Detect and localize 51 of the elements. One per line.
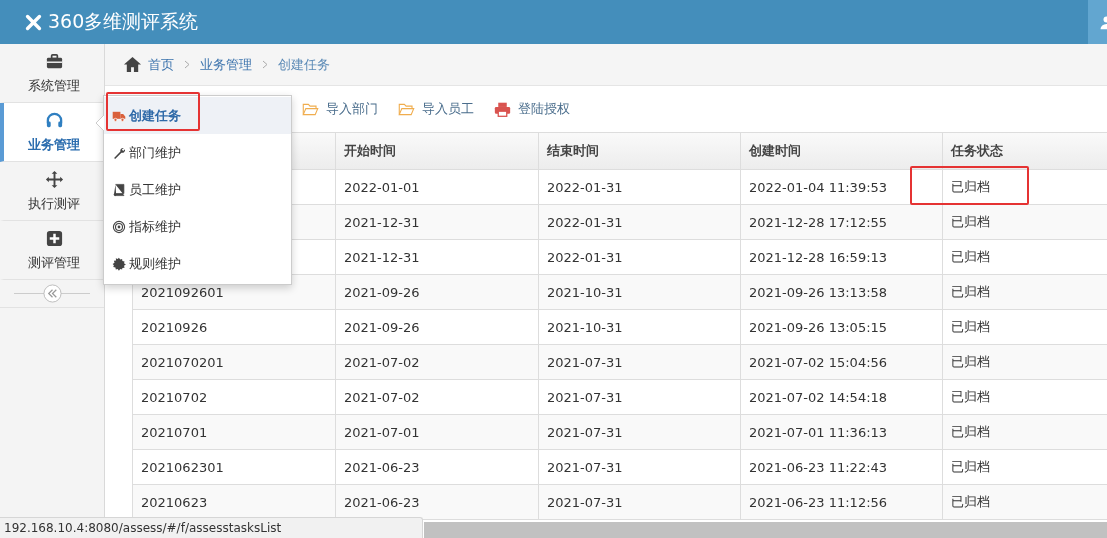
table-cell: 2021-07-01 11:36:13 [740,415,942,450]
table-cell: 2021-07-31 [538,345,740,380]
book-icon [112,182,126,197]
status-cell: 已归档 [942,415,1107,450]
sidebar-item[interactable]: 业务管理 [0,103,104,162]
headphones-icon [44,110,64,130]
menu-item[interactable]: 部门维护 [104,134,291,171]
column-header: 结束时间 [538,132,740,170]
status-cell: 已归档 [942,485,1107,520]
table-cell: 2021-12-31 [335,205,538,240]
toolbar-button[interactable]: 登陆授权 [484,94,580,124]
briefcase-icon [44,51,64,71]
menu-item[interactable]: 员工维护 [104,171,291,208]
status-cell: 已归档 [942,345,1107,380]
app-title: 360多维测评系统 [48,9,199,34]
table-cell: 20210701 [132,415,335,450]
table-cell: 2021-09-26 13:13:58 [740,275,942,310]
column-header: 开始时间 [335,132,538,170]
printer-icon [494,100,511,118]
home-icon [123,55,142,74]
table-cell: 2021-07-31 [538,485,740,520]
table-cell: 2021070201 [132,345,335,380]
status-cell: 已归档 [942,205,1107,240]
breadcrumb-link[interactable]: 创建任务 [278,55,330,74]
wrench-icon [112,145,126,160]
status-cell: 已归档 [942,275,1107,310]
table-cell: 2021-07-31 [538,415,740,450]
toolbar-button[interactable]: 导入员工 [388,94,484,124]
table-cell: 2021-06-23 11:12:56 [740,485,942,520]
table-cell: 2021-09-26 [335,275,538,310]
table-cell: 2021-07-02 15:04:56 [740,345,942,380]
collapse-icon[interactable] [42,284,62,303]
table-cell: 2021-07-01 [335,415,538,450]
toolbar-button[interactable]: 导入部门 [292,94,388,124]
table-cell: 2021-12-28 17:12:55 [740,205,942,240]
breadcrumb-link[interactable]: 业务管理 [200,55,252,74]
column-header: 任务状态 [942,132,1107,170]
target-icon [112,219,126,234]
table-cell: 2021-10-31 [538,275,740,310]
url-tooltip: 192.168.10.4:8080/assess/#/f/assesstasksList [0,517,423,538]
table-cell: 2022-01-31 [538,205,740,240]
table-cell: 2021-07-02 [335,345,538,380]
logo-icon [25,13,42,31]
column-header: 创建时间 [740,132,942,170]
cog-icon [112,256,126,271]
horizontal-scrollbar[interactable] [424,522,1107,538]
menu-item[interactable]: 指标维护 [104,208,291,245]
breadcrumb-link[interactable]: 首页 [148,55,174,74]
user-button[interactable] [1088,0,1107,44]
plus-icon [44,228,64,248]
move-arrows-icon [44,169,64,189]
